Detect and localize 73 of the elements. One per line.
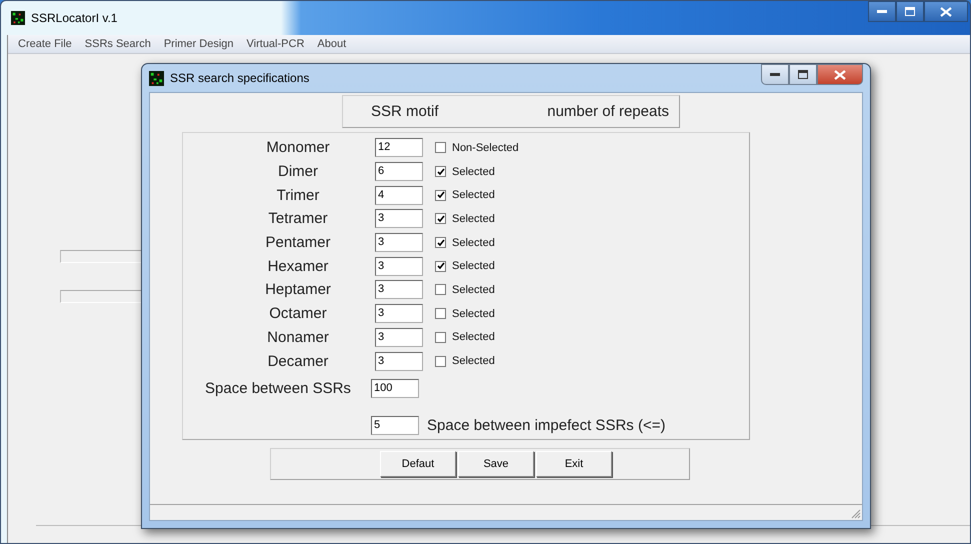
checkbox[interactable] [435,332,446,343]
input-field[interactable]: 12 [375,138,423,158]
input-field[interactable] [60,290,141,303]
maximize-icon [798,70,808,79]
checkbox-label: Non-Selected [452,142,519,154]
input-field[interactable]: 3 [375,352,423,371]
motif-label: Octamer [268,305,328,322]
header-label: number of repeats [547,103,669,120]
input-field[interactable]: 3 [375,209,423,228]
checkbox[interactable] [435,237,446,248]
dialog-button[interactable]: Save [458,451,534,477]
menu-item[interactable]: SSRs Search [78,38,158,50]
window-title: SSRLocatorI v.1 [31,10,118,24]
checkbox[interactable] [435,213,446,224]
checkbox-label: Selected [452,189,495,202]
checkbox-label: Selected [452,212,495,225]
dialog-button[interactable]: Defaut [380,451,456,477]
menu-item[interactable]: Virtual-PCR [240,38,312,50]
input-field[interactable]: 3 [375,280,423,300]
motif-label: Monomer [265,139,331,156]
motif-label: Trimer [276,186,320,204]
input-field[interactable]: 5 [371,416,419,435]
checkbox-label: Selected [452,331,495,344]
input-field[interactable]: 3 [375,328,423,347]
field-label: Space between SSRs [205,380,352,397]
motif-label: Heptamer [264,281,332,298]
input-field[interactable]: 6 [375,162,423,182]
menu-item[interactable]: About [311,38,354,50]
app-logo-icon [11,10,25,24]
app-logo-icon [149,70,164,86]
menu-item[interactable]: Create File [12,38,79,50]
checkbox[interactable] [435,356,446,367]
checkbox-label: Selected [452,260,495,272]
close-icon [940,6,952,16]
checkbox[interactable] [435,308,446,320]
resize-grip-icon [850,508,861,519]
input-field[interactable]: 3 [375,233,423,252]
checkbox[interactable] [435,142,446,154]
maximize-button[interactable] [896,1,924,22]
motif-label: Tetramer [267,210,329,228]
maximize-icon [905,7,915,16]
checkbox[interactable] [435,166,446,178]
close-button[interactable] [924,1,968,22]
checkbox[interactable] [435,190,446,201]
input-field[interactable]: 100 [371,378,419,398]
motif-label: Decamer [266,352,330,370]
minimize-icon [877,10,887,14]
minimize-button[interactable] [868,1,896,22]
input-field[interactable]: 3 [375,304,423,324]
menu-item[interactable]: Primer Design [158,38,241,50]
motif-label: Nonamer [266,328,330,346]
motif-label: Hexamer [266,258,330,275]
dialog-button[interactable]: Exit [536,451,612,477]
input-field[interactable] [60,250,141,263]
input-field[interactable]: 4 [375,186,423,205]
checkbox-label: Selected [452,355,495,368]
maximize-button[interactable] [789,64,817,85]
dialog-title: SSR search specifications [170,71,310,85]
field-label: Space between impefect SSRs (<=) [427,416,666,434]
close-button[interactable] [817,64,863,85]
header-label: SSR motif [371,103,439,120]
checkbox-label: Selected [452,284,495,296]
checkbox[interactable] [435,260,446,272]
minimize-button[interactable] [761,64,789,85]
checkbox-label: Selected [452,308,495,320]
motif-label: Dimer [277,163,319,180]
motif-label: Pentamer [264,234,332,252]
checkbox-label: Selected [452,236,495,249]
checkbox[interactable] [435,284,446,296]
minimize-icon [770,72,780,76]
close-icon [834,70,846,80]
input-field[interactable]: 3 [375,256,423,276]
checkbox-label: Selected [452,166,495,178]
